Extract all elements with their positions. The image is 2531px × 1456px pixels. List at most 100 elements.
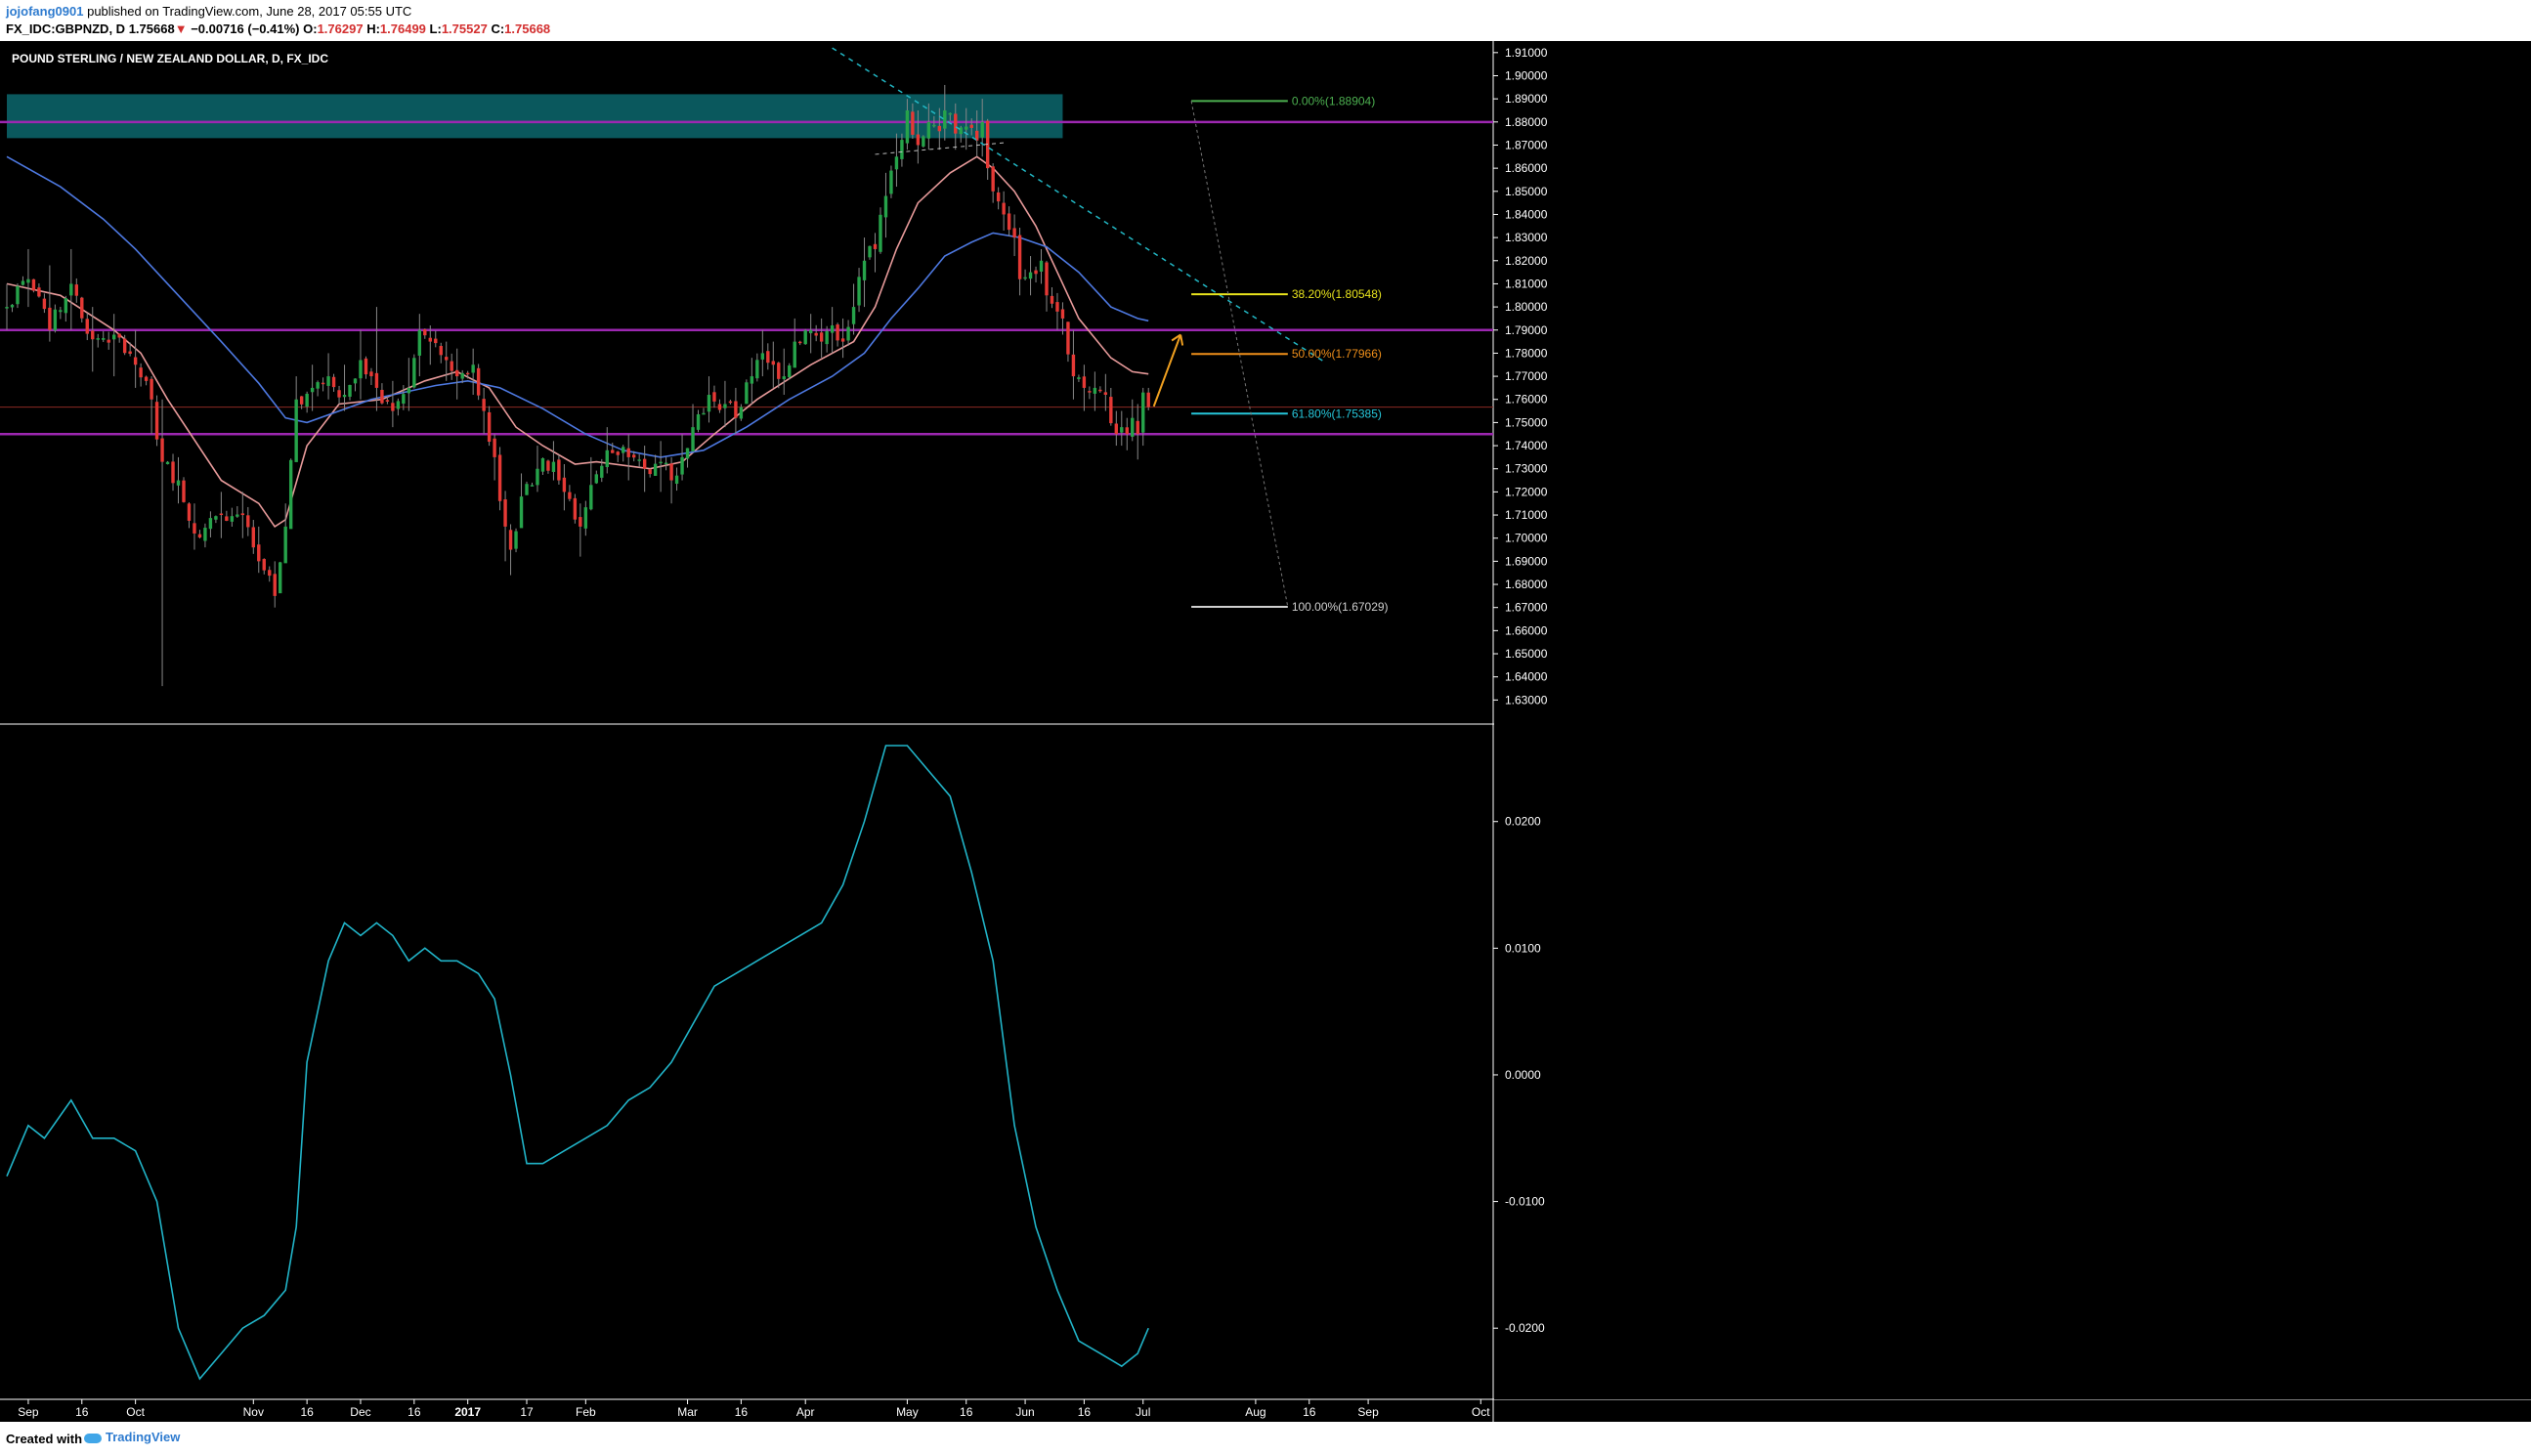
candle-up [782,376,786,380]
candle-up [176,480,181,486]
candle-up [605,450,609,468]
candle-up [926,121,931,139]
candle-up [889,170,893,194]
candle-up [165,461,170,464]
price-axis[interactable]: 1.91000 1.90000 1.89000 1.88000 1.87000 1.860… [1493,41,2531,1399]
candle-up [680,456,684,475]
candle-up [288,459,293,530]
price-tick-label: 1.68000 [1505,578,1548,591]
price-tick-label: 1.76000 [1505,393,1548,407]
candle-up [894,156,899,170]
candle-up [514,531,518,549]
candle-down [669,463,673,481]
time-tick-label: Nov [243,1405,264,1419]
candle-down [712,392,716,402]
time-tick-label: Sep [1357,1405,1379,1419]
price-tick-label: 1.63000 [1505,693,1548,707]
osc-tick-label: -0.0200 [1505,1321,1545,1335]
candle-up [943,109,947,129]
candle-down [257,544,261,562]
time-tick-label: Jun [1015,1405,1034,1419]
tradingview-logo[interactable]: TradingView [84,1430,180,1444]
candle-up [530,485,535,487]
candle-up [1131,417,1135,437]
candle-down [37,287,41,297]
candle-up [702,412,706,415]
candle-down [611,450,615,453]
candle-up [10,304,15,308]
candle-up [214,516,218,520]
candle-up [637,459,641,461]
username-link[interactable]: jojofang0901 [6,4,83,19]
candle-down [1125,427,1129,435]
candle-up [589,485,593,510]
candle-down [819,332,824,342]
candle-up [1028,272,1033,279]
candle-down [154,402,159,440]
candle-down [380,389,384,404]
candle-down [562,477,567,492]
candle-down [648,469,652,475]
candle-up [862,260,867,280]
candle-down [273,574,277,596]
candle-down [337,390,341,398]
candle-down [31,278,36,291]
candle-down [42,298,47,310]
candle-up [525,484,529,495]
low-value: 1.75527 [441,21,488,36]
candle-up [102,338,106,340]
brand-label: TradingView [106,1430,181,1444]
candle-down [497,454,502,501]
price-tick-label: 1.64000 [1505,670,1548,684]
candle-down [122,338,127,354]
price-tick-label: 1.74000 [1505,439,1548,452]
fib-level-label: 50.00%(1.77966) [1292,347,1382,361]
price-tick-label: 1.83000 [1505,231,1548,244]
price-tick-label: 1.80000 [1505,300,1548,314]
candle-down [144,376,149,381]
candle-down [1045,262,1049,296]
candle-down [455,369,459,377]
symbol-ohlc-line: FX_IDC:GBPNZD, D 1.75668▼ −0.00716 (−0.4… [6,21,550,36]
candle-down [331,376,336,388]
candle-up [707,395,711,412]
osc-tick-label: 0.0000 [1505,1068,1541,1082]
candle-down [573,497,578,520]
price-tick-label: 1.78000 [1505,346,1548,360]
candle-up [417,329,422,356]
candle-up [96,338,100,340]
price-tick-label: 1.71000 [1505,508,1548,522]
candle-down [969,124,973,128]
candle-down [369,371,373,377]
candle-down [777,363,781,379]
candle-up [551,461,556,472]
candle-down [642,458,647,469]
candle-up [1039,260,1044,272]
candle-down [197,534,202,538]
candle-up [883,195,888,218]
candle-down [139,367,143,378]
candle-down [160,438,164,462]
candle-up [739,407,744,419]
candle-down [364,358,368,375]
candle-down [937,125,942,132]
time-tick-label: 16 [960,1405,973,1419]
candle-up [348,384,352,397]
time-tick-label: Jul [1136,1405,1150,1419]
candle-down [91,330,95,340]
time-tick-label: 16 [408,1405,421,1419]
candle-down [74,284,78,296]
price-chart[interactable]: 1.880001.790001.745001.75668 0.00%(1.889… [0,41,2531,1422]
candle-up [1093,387,1097,394]
candle-down [450,361,453,371]
low-label: L: [429,21,442,36]
candle-down [1088,391,1092,393]
candle-up [536,468,539,486]
candle-down [508,530,513,550]
symbol-label: FX_IDC:GBPNZD, D [6,21,126,36]
candle-up [69,283,73,296]
candle-down [391,403,395,411]
candle-down [193,523,196,534]
candle-down [840,338,845,342]
time-tick-label: Mar [677,1405,698,1419]
